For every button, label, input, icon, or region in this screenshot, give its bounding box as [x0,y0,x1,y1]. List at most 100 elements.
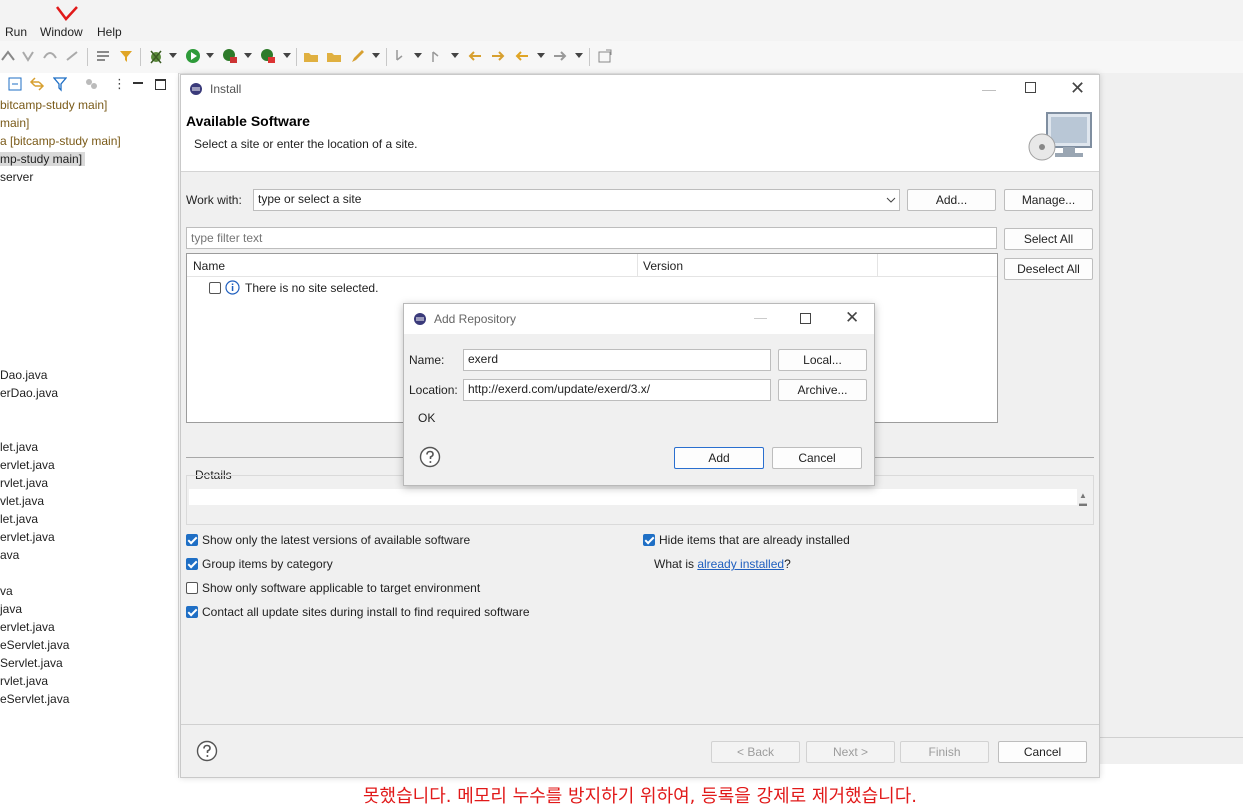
contact-sites-checkbox[interactable] [186,606,198,618]
debug-icon[interactable] [148,48,164,64]
menu-window[interactable]: Window [40,25,83,39]
toolbar-separator [589,48,590,66]
prev-annotation-dropdown[interactable] [451,53,459,58]
location-input[interactable]: http://exerd.com/update/exerd/3.x/ [463,379,771,401]
tree-item[interactable]: ervlet.java [0,620,55,634]
view-menu-icon[interactable]: ⋮ [113,76,126,92]
help-icon[interactable] [419,446,441,468]
location-label: Location: [409,383,458,397]
name-input[interactable]: exerd [463,349,771,371]
tree-item[interactable]: bitcamp-study main] [0,98,107,112]
already-installed-link[interactable]: already installed [697,557,784,571]
tree-item[interactable]: rvlet.java [0,674,48,688]
tree-item[interactable]: ervlet.java [0,530,55,544]
tree-item[interactable]: va [0,584,13,598]
minimize-button[interactable]: — [754,310,767,325]
forward-edit-icon[interactable] [490,48,506,64]
forward-dropdown[interactable] [575,53,583,58]
tree-item[interactable]: java [0,602,22,616]
cancel-button[interactable]: Cancel [998,741,1087,763]
tree-item-selected[interactable]: mp-study main] [0,152,86,166]
run-icon[interactable] [185,48,201,64]
tree-item[interactable]: server [0,170,33,184]
details-scroll-arrows[interactable]: ▲ ▬ [1079,492,1087,508]
tree-item[interactable]: eServlet.java [0,638,69,652]
status-message: OK [418,411,436,425]
step-return-icon[interactable] [64,48,80,64]
add-site-button[interactable]: Add... [907,189,996,211]
open-type-icon[interactable] [303,48,319,64]
item-checkbox[interactable] [209,282,221,294]
chevron-down-icon[interactable] [886,197,896,203]
tree-item[interactable]: let.java [0,512,38,526]
column-divider [637,254,638,276]
back-button[interactable]: < Back [711,741,800,763]
open-folder-icon[interactable] [326,48,342,64]
tree-item[interactable]: erDao.java [0,386,58,400]
back-dropdown[interactable] [537,53,545,58]
column-version[interactable]: Version [643,259,683,273]
pen-dropdown[interactable] [372,53,380,58]
tree-item[interactable]: a [bitcamp-study main] [0,134,121,148]
manage-button[interactable]: Manage... [1004,189,1093,211]
tree-item[interactable]: Servlet.java [0,656,63,670]
maximize-button[interactable] [1025,82,1036,93]
filter-input[interactable] [186,227,997,249]
select-all-button[interactable]: Select All [1004,228,1093,250]
tree-item[interactable]: ervlet.java [0,458,55,472]
pen-icon[interactable] [350,48,366,64]
cancel-button[interactable]: Cancel [772,447,862,469]
archive-button[interactable]: Archive... [778,379,867,401]
tree-item[interactable]: rvlet.java [0,476,48,490]
step-into-icon[interactable] [20,48,36,64]
group-by-category-checkbox[interactable] [186,558,198,570]
run-dropdown[interactable] [206,53,214,58]
last-edit-icon[interactable] [467,48,483,64]
help-icon[interactable] [196,740,218,762]
coverage-dropdown[interactable] [244,53,252,58]
list-icon[interactable] [95,48,111,64]
add-button[interactable]: Add [674,447,764,469]
close-button[interactable]: ✕ [845,308,859,328]
tree-item[interactable]: ava [0,548,19,562]
target-environment-checkbox[interactable] [186,582,198,594]
local-button[interactable]: Local... [778,349,867,371]
minimize-button[interactable]: — [982,81,996,97]
column-name[interactable]: Name [193,259,225,273]
menu-run[interactable]: Run [5,25,27,39]
next-button[interactable]: Next > [806,741,895,763]
step-icon[interactable] [0,48,16,64]
forward-icon[interactable] [552,48,568,64]
next-annotation-icon[interactable] [394,48,410,64]
link-editor-icon[interactable] [29,76,45,92]
filter-icon[interactable] [118,48,134,64]
coverage-icon[interactable] [222,48,238,64]
pin-editor-icon[interactable] [597,48,613,64]
hide-installed-checkbox[interactable] [643,534,655,546]
minimize-icon[interactable] [133,82,143,84]
collapse-all-icon[interactable] [8,77,22,91]
work-with-combo[interactable]: type or select a site [253,189,900,211]
external-tools-icon[interactable] [260,48,276,64]
prev-annotation-icon[interactable] [430,48,446,64]
deselect-all-button[interactable]: Deselect All [1004,258,1093,280]
menu-help[interactable]: Help [97,25,122,39]
finish-button[interactable]: Finish [900,741,989,763]
external-tools-dropdown[interactable] [283,53,291,58]
debug-dropdown[interactable] [169,53,177,58]
maximize-icon[interactable] [155,79,166,90]
no-site-message: There is no site selected. [245,281,379,295]
latest-versions-checkbox[interactable] [186,534,198,546]
filter-view-icon[interactable] [53,76,67,92]
close-button[interactable]: ✕ [1070,78,1085,99]
next-annotation-dropdown[interactable] [414,53,422,58]
step-over-icon[interactable] [42,48,58,64]
tree-item[interactable]: Dao.java [0,368,47,382]
tree-item[interactable]: let.java [0,440,38,454]
tree-item[interactable]: vlet.java [0,494,44,508]
focus-icon[interactable] [84,77,98,91]
maximize-button[interactable] [800,313,811,324]
back-icon[interactable] [514,48,530,64]
tree-item[interactable]: main] [0,116,29,130]
tree-item[interactable]: eServlet.java [0,692,69,706]
